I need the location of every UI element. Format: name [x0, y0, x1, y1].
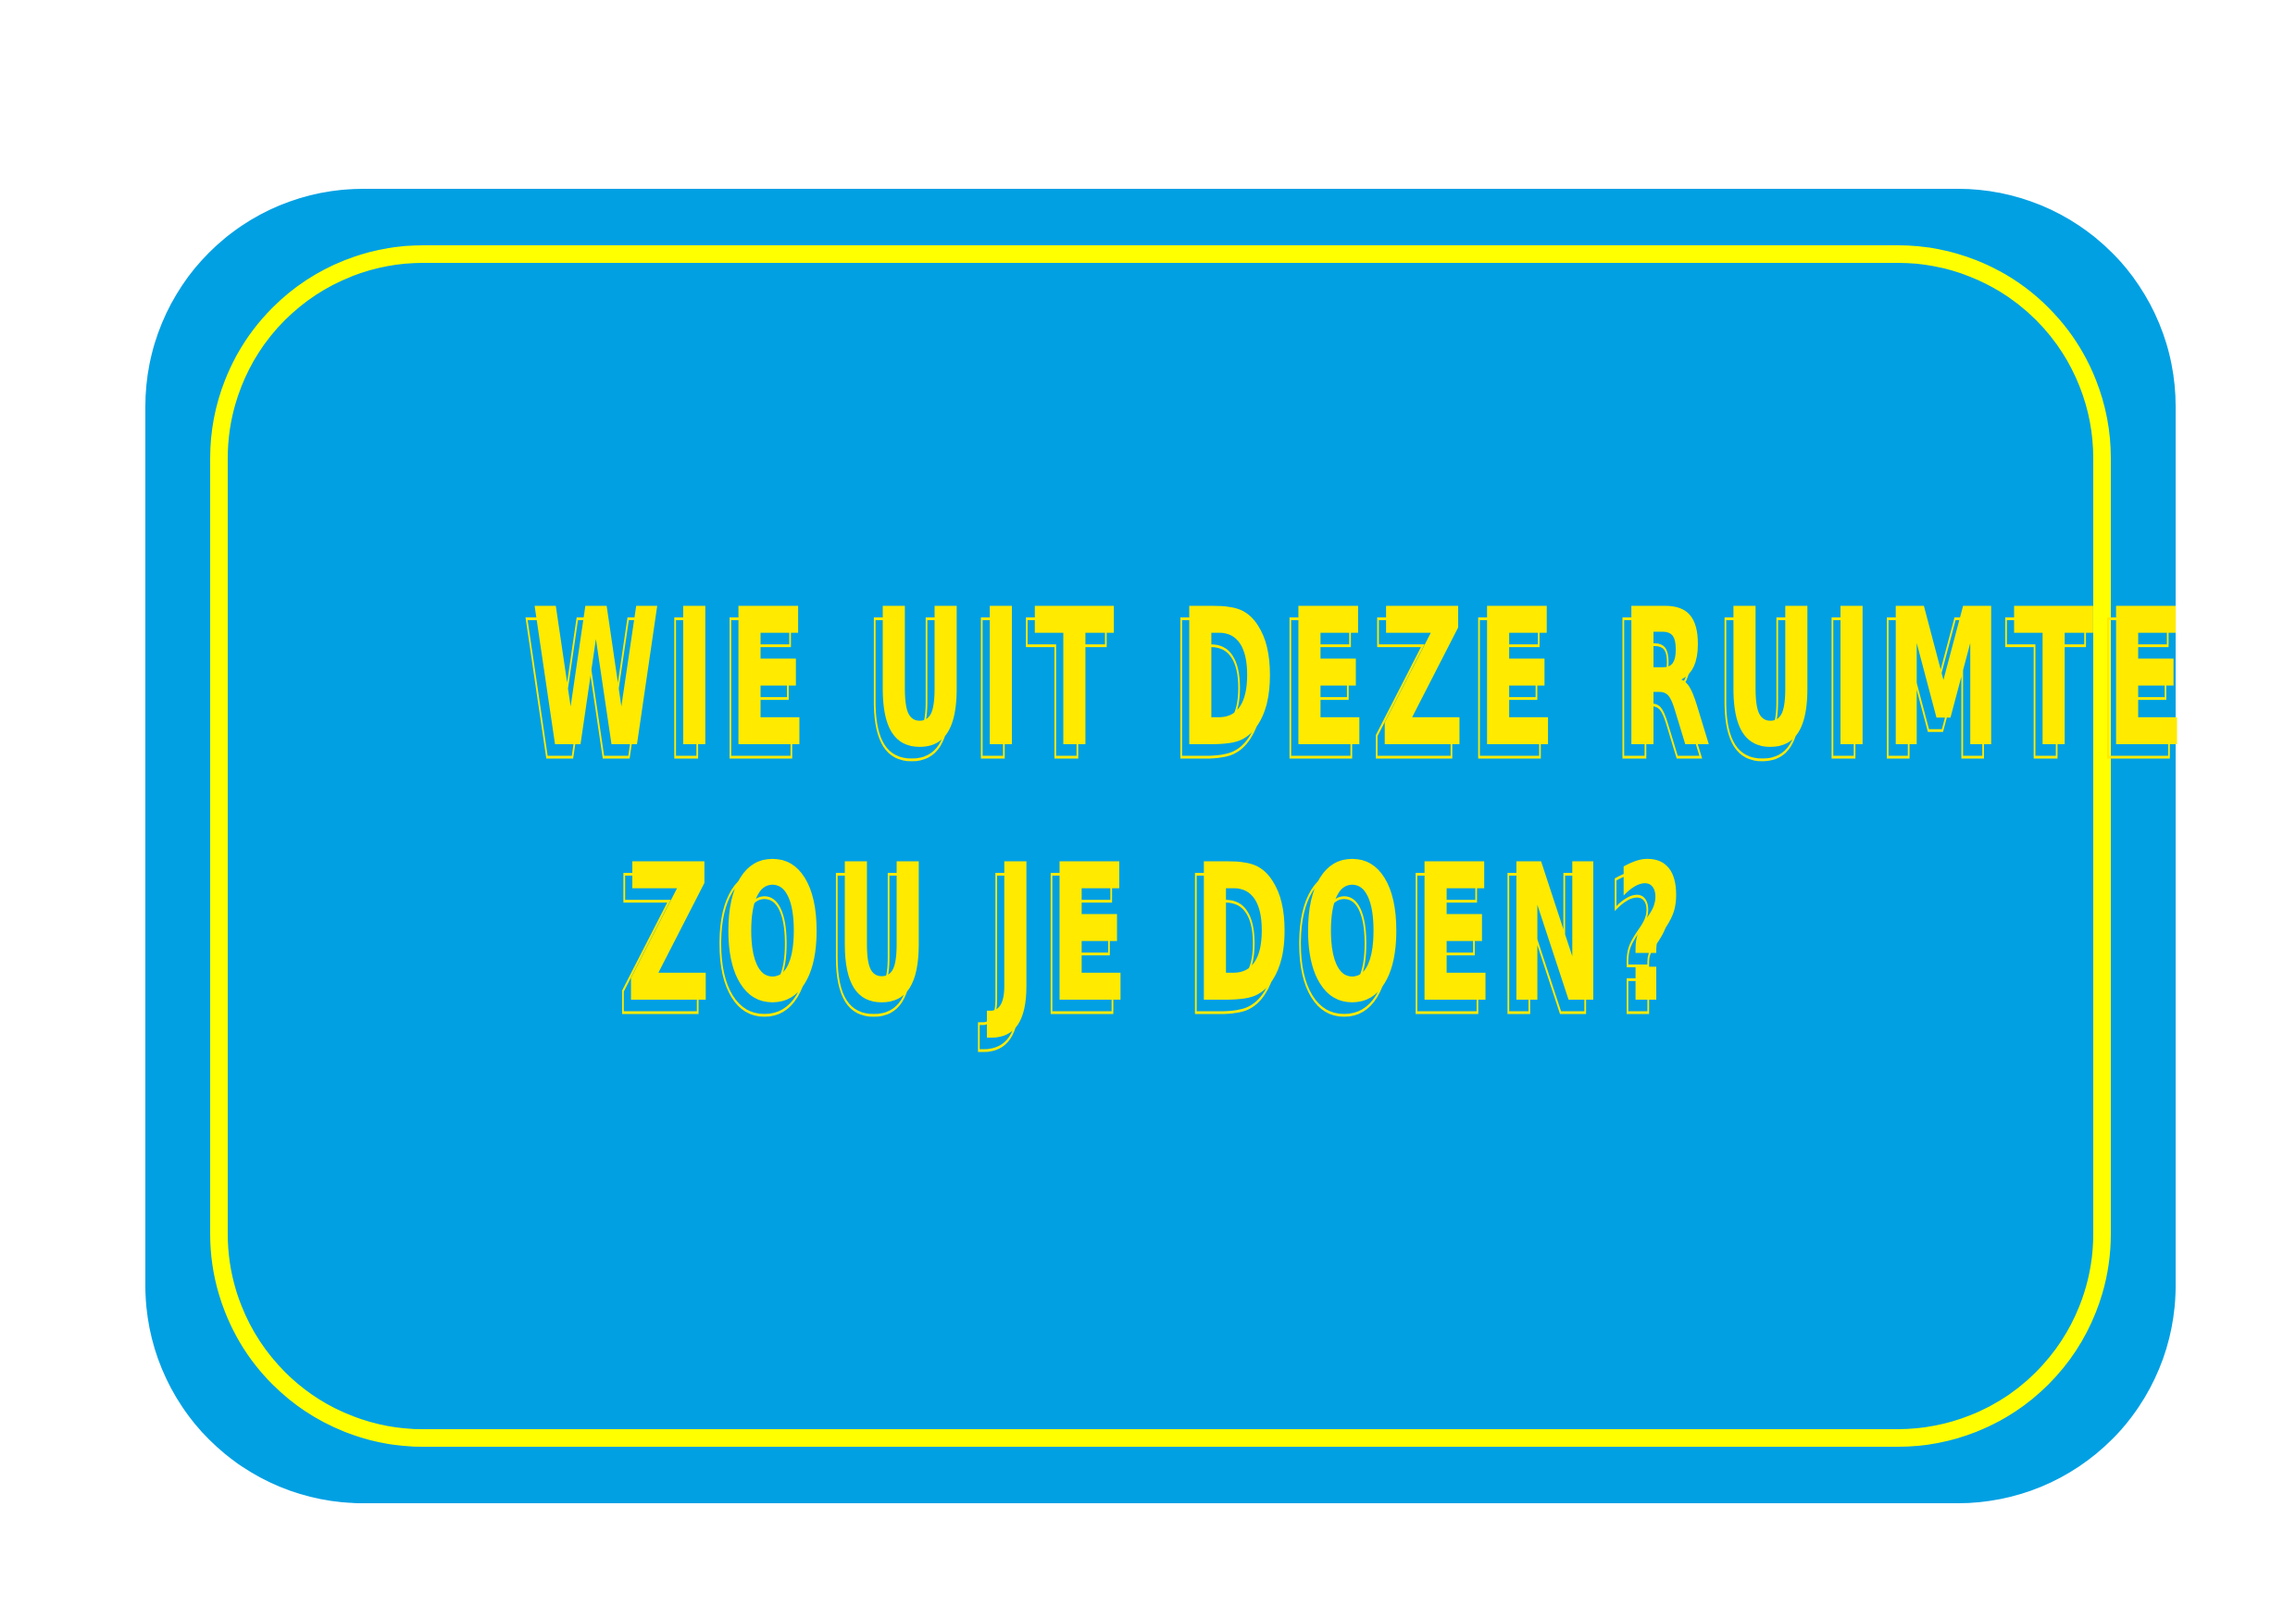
question-line-2: ZOU JE DOEN? [625, 825, 1696, 1045]
question-line-1: WIE UIT DEZE RUIMTE [530, 569, 2198, 790]
page: WIE UIT DEZE RUIMTE ZOU JE DOEN? WIE UIT… [0, 0, 2296, 1618]
question-text: WIE UIT DEZE RUIMTE ZOU JE DOEN? WIE UIT… [145, 0, 2198, 1618]
